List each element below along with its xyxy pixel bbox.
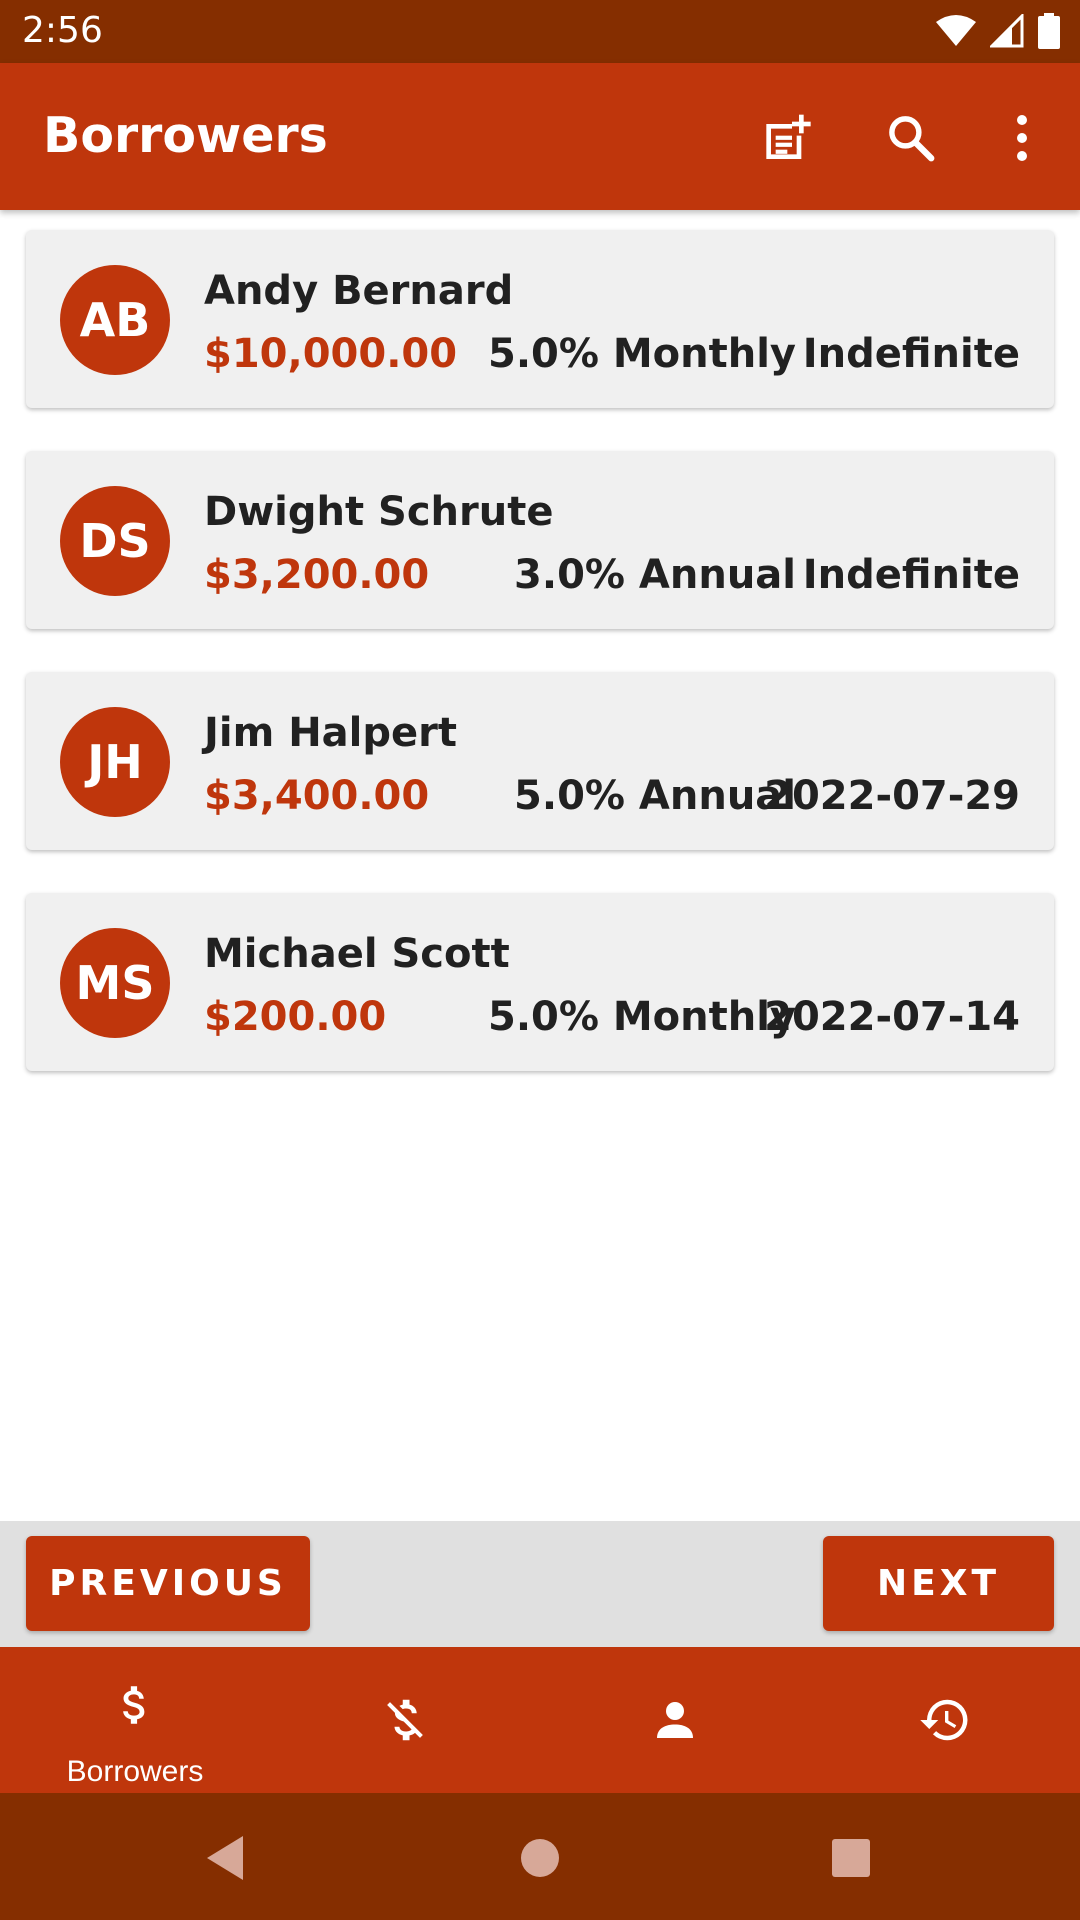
battery-icon: [1038, 13, 1060, 53]
avatar: MS: [60, 928, 170, 1038]
borrower-rate: 5.0% Annual: [514, 773, 796, 819]
nav-item-person[interactable]: [540, 1647, 810, 1793]
back-button[interactable]: [200, 1833, 250, 1883]
borrower-amount: $10,000.00: [204, 331, 458, 377]
borrower-name: Andy Bernard: [204, 268, 514, 314]
borrower-amount: $200.00: [204, 994, 387, 1040]
borrower-card[interactable]: AB Andy Bernard $10,000.00 5.0% Monthly …: [26, 230, 1054, 408]
search-button[interactable]: [876, 103, 946, 173]
borrower-list: AB Andy Bernard $10,000.00 5.0% Monthly …: [26, 230, 1054, 1114]
dollar-icon: [123, 1686, 145, 1724]
home-button[interactable]: [515, 1833, 565, 1883]
borrower-name: Jim Halpert: [204, 710, 457, 756]
borrower-rate: 5.0% Monthly: [487, 994, 796, 1040]
more-vert-icon: [1017, 115, 1027, 161]
borrower-name: Michael Scott: [204, 931, 510, 977]
money-off-icon: [387, 1699, 423, 1741]
borrower-amount: $3,400.00: [204, 773, 430, 819]
nav-item-borrowers[interactable]: Borrowers: [0, 1647, 270, 1793]
nav-item-money-off[interactable]: [270, 1647, 540, 1793]
note-add-icon: [766, 114, 811, 159]
borrower-amount: $3,200.00: [204, 552, 430, 598]
next-button[interactable]: NEXT: [823, 1536, 1054, 1631]
home-icon: [521, 1839, 559, 1877]
person-icon: [657, 1702, 693, 1738]
add-note-button[interactable]: [750, 103, 820, 173]
pager-bar: PREVIOUS NEXT: [0, 1521, 1080, 1647]
avatar: AB: [60, 265, 170, 375]
recents-icon: [832, 1839, 870, 1877]
more-options-button[interactable]: [987, 103, 1057, 173]
borrower-due: Indefinite: [802, 552, 1020, 598]
borrower-due: Indefinite: [802, 331, 1020, 377]
bottom-navigation: Borrowers: [0, 1647, 1080, 1793]
system-navigation: [0, 1793, 1080, 1920]
history-icon: [920, 1699, 968, 1741]
search-icon: [889, 116, 935, 162]
borrower-name: Dwight Schrute: [204, 489, 554, 535]
status-bar: 2:56: [0, 0, 1080, 63]
app-bar: Borrowers: [0, 63, 1080, 210]
previous-button[interactable]: PREVIOUS: [26, 1536, 310, 1631]
avatar: JH: [60, 707, 170, 817]
wifi-icon: [936, 14, 976, 52]
avatar: DS: [60, 486, 170, 596]
borrower-due: 2022-07-14: [764, 994, 1020, 1040]
nav-label-borrowers: Borrowers: [66, 1755, 204, 1788]
back-icon: [207, 1836, 243, 1880]
signal-icon: [988, 12, 1024, 52]
borrower-card[interactable]: JH Jim Halpert $3,400.00 5.0% Annual 202…: [26, 672, 1054, 850]
borrower-rate: 3.0% Annual: [514, 552, 796, 598]
borrower-card[interactable]: DS Dwight Schrute $3,200.00 3.0% Annual …: [26, 451, 1054, 629]
borrower-rate: 5.0% Monthly: [487, 331, 796, 377]
status-icons: [936, 12, 1060, 53]
nav-item-history[interactable]: [810, 1647, 1080, 1793]
status-time: 2:56: [22, 10, 103, 51]
borrower-card[interactable]: MS Michael Scott $200.00 5.0% Monthly 20…: [26, 893, 1054, 1071]
borrower-due: 2022-07-29: [764, 773, 1020, 819]
recents-button[interactable]: [826, 1833, 876, 1883]
page-title: Borrowers: [43, 107, 328, 164]
